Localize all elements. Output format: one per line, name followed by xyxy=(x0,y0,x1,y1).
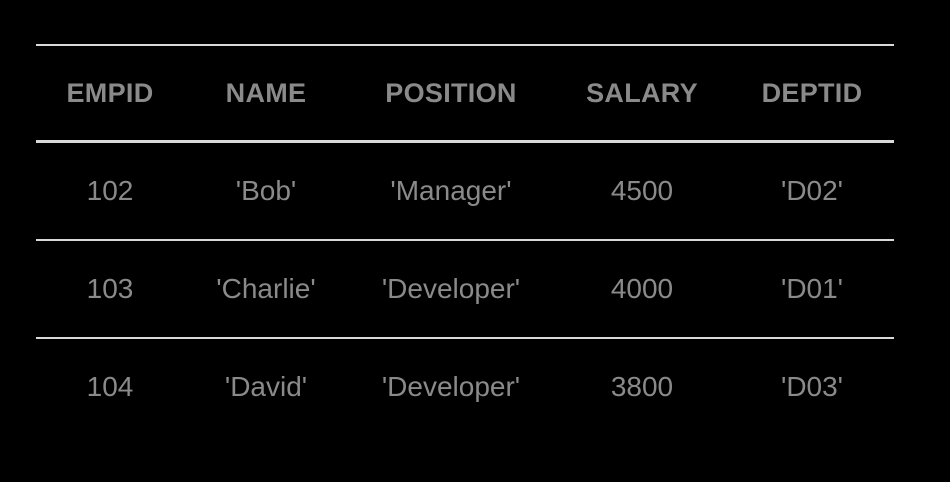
table-container: EMPID NAME POSITION SALARY DEPTID 102 'B… xyxy=(36,44,894,435)
table-row: 103 'Charlie' 'Developer' 4000 'D01' xyxy=(36,240,894,338)
cell-salary: 4500 xyxy=(610,175,674,206)
table-row: 102 'Bob' 'Manager' 4500 'D02' xyxy=(36,142,894,240)
employee-table: EMPID NAME POSITION SALARY DEPTID 102 'B… xyxy=(36,44,894,435)
table-header: EMPID NAME POSITION SALARY DEPTID xyxy=(36,45,894,142)
cell-salary: 4000 xyxy=(610,273,674,304)
column-header-salary: SALARY xyxy=(586,77,698,108)
column-header-empid: EMPID xyxy=(66,77,154,108)
cell-empid: 102 xyxy=(86,175,134,206)
cell-position: 'Developer' xyxy=(381,371,521,402)
column-header-position: POSITION xyxy=(385,77,517,108)
cell-name: 'Charlie' xyxy=(216,273,316,304)
table-row: 104 'David' 'Developer' 3800 'D03' xyxy=(36,338,894,435)
cell-deptid: 'D02' xyxy=(780,175,844,206)
column-header-name: NAME xyxy=(225,77,307,108)
cell-deptid: 'D03' xyxy=(780,371,844,402)
cell-salary: 3800 xyxy=(610,371,674,402)
cell-name: 'Bob' xyxy=(235,175,297,206)
cell-deptid: 'D01' xyxy=(780,273,844,304)
cell-name: 'David' xyxy=(224,371,308,402)
cell-empid: 103 xyxy=(86,273,134,304)
header-row: EMPID NAME POSITION SALARY DEPTID xyxy=(36,45,894,142)
cell-empid: 104 xyxy=(86,371,134,402)
cell-position: 'Manager' xyxy=(390,175,512,206)
column-header-deptid: DEPTID xyxy=(761,77,863,108)
cell-position: 'Developer' xyxy=(381,273,521,304)
table-body: 102 'Bob' 'Manager' 4500 'D02' 103 'Char… xyxy=(36,142,894,436)
